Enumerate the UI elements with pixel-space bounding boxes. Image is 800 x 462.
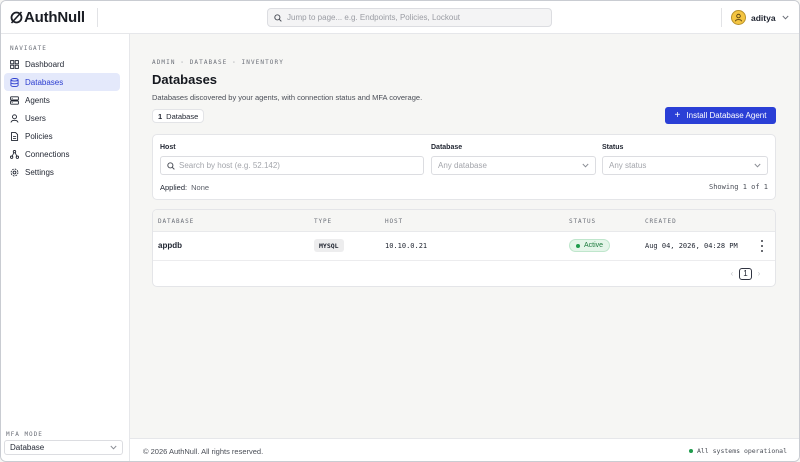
sidebar-item-agents[interactable]: Agents: [4, 91, 120, 109]
search-icon: [274, 13, 282, 22]
connections-icon: [10, 149, 19, 159]
sidebar-nav: Dashboard Databases Agents Users Policie…: [4, 55, 120, 181]
page-description: Databases discovered by your agents, wit…: [152, 93, 423, 102]
mfa-mode-select[interactable]: Database: [4, 440, 123, 455]
dashboard-icon: [10, 59, 19, 69]
user-icon: [10, 113, 19, 123]
sidebar-item-users[interactable]: Users: [4, 109, 120, 127]
pagination: ‹ 1 ›: [727, 267, 764, 280]
chevron-down-icon: [754, 163, 761, 168]
database-icon: [10, 77, 19, 87]
sidebar-item-label: Agents: [25, 95, 50, 105]
plus-icon: +: [674, 109, 681, 121]
sidebar-item-settings[interactable]: Settings: [4, 163, 120, 181]
global-search-input[interactable]: [287, 13, 547, 22]
host-filter[interactable]: [160, 156, 424, 175]
results-count: Showing 1 of 1: [708, 183, 768, 191]
top-bar: AuthNull aditya: [1, 1, 799, 34]
applied-filters-label: Applied:: [160, 183, 188, 192]
sidebar-item-policies[interactable]: Policies: [4, 127, 120, 145]
install-database-agent-button[interactable]: + Install Database Agent: [665, 107, 776, 124]
databases-table: DATABASE TYPE HOST STATUS CREATED appdb …: [152, 209, 776, 287]
applied-filters: Applied: None: [160, 183, 209, 192]
previous-page-icon[interactable]: ‹: [727, 269, 737, 278]
chevron-down-icon: [110, 445, 117, 450]
database-count-chip: 1 Database: [152, 109, 205, 123]
copyright-text: © 2026 AuthNull. All rights reserved.: [143, 447, 264, 456]
sidebar-item-connections[interactable]: Connections: [4, 145, 120, 163]
server-icon: [10, 95, 19, 105]
breadcrumb: ADMIN · DATABASE · INVENTORY: [152, 59, 284, 66]
user-menu[interactable]: aditya: [731, 9, 789, 26]
next-page-icon[interactable]: ›: [754, 269, 764, 278]
status-filter-placeholder: Any status: [609, 161, 647, 170]
page-title: Databases: [152, 72, 218, 87]
logo[interactable]: AuthNull: [10, 8, 85, 26]
sidebar-item-label: Settings: [25, 167, 54, 177]
sidebar-item-databases[interactable]: Databases: [4, 73, 120, 91]
sidebar-item-dashboard[interactable]: Dashboard: [4, 55, 120, 73]
column-header-type[interactable]: TYPE: [314, 218, 332, 225]
column-header-created[interactable]: CREATED: [645, 218, 677, 225]
host-filter-label: Host: [160, 144, 176, 151]
database-filter-select[interactable]: Any database: [431, 156, 596, 175]
chevron-down-icon: [782, 15, 789, 20]
mfa-mode-value: Database: [10, 443, 45, 452]
install-button-label: Install Database Agent: [686, 111, 767, 120]
search-icon: [167, 161, 175, 170]
row-actions-kebab-icon[interactable]: [758, 240, 766, 252]
header-divider-user: [721, 8, 722, 27]
avatar: [731, 10, 746, 25]
status-filter-select[interactable]: Any status: [602, 156, 768, 175]
status-badge: Active: [569, 239, 611, 252]
document-icon: [10, 131, 19, 141]
applied-filters-value: None: [191, 183, 210, 192]
mfa-mode-title: MFA MODE: [6, 431, 43, 438]
system-status-text: All systems operational: [696, 447, 787, 455]
sidebar-item-label: Policies: [25, 131, 53, 141]
sidebar-item-label: Databases: [25, 77, 64, 87]
database-filter-label: Database: [431, 144, 463, 151]
column-header-host[interactable]: HOST: [385, 218, 403, 225]
database-filter-placeholder: Any database: [438, 161, 487, 170]
main-content: ADMIN · DATABASE · INVENTORY Databases D…: [130, 34, 799, 438]
status-dot-icon: [576, 243, 580, 248]
database-name[interactable]: appdb: [158, 241, 182, 250]
table-row[interactable]: appdb MYSQL 10.10.0.21 Active Aug 04, 20…: [153, 232, 775, 261]
nav-section-title: NAVIGATE: [10, 45, 47, 52]
status-dot-icon: [688, 449, 693, 453]
system-status: All systems operational: [688, 447, 787, 455]
app-window: AuthNull aditya NAVIGATE: [0, 0, 800, 462]
column-header-database[interactable]: DATABASE: [158, 218, 194, 225]
database-count-number: 1: [158, 111, 163, 121]
column-header-status[interactable]: STATUS: [569, 218, 596, 225]
user-name: aditya: [751, 12, 776, 23]
footer: © 2026 AuthNull. All rights reserved. Al…: [130, 438, 799, 461]
table-header: DATABASE TYPE HOST STATUS CREATED: [153, 210, 775, 232]
sidebar-item-label: Connections: [25, 149, 70, 159]
database-count-label: Database: [166, 111, 199, 121]
host-value: 10.10.0.21: [385, 242, 428, 250]
sidebar: NAVIGATE Dashboard Databases Agents User…: [1, 34, 130, 461]
chevron-down-icon: [582, 163, 589, 168]
status-filter-label: Status: [602, 144, 624, 151]
type-badge: MYSQL: [314, 239, 344, 252]
status-label: Active: [584, 242, 604, 249]
logo-text: AuthNull: [24, 8, 85, 26]
filters-panel: Host Database Any database Status Any st…: [152, 134, 776, 200]
user-avatar-icon: [734, 13, 743, 22]
authnull-logo-icon: [10, 10, 23, 24]
created-value: Aug 04, 2026, 04:28 PM: [645, 242, 738, 250]
header-divider: [97, 8, 98, 27]
gear-icon: [10, 168, 19, 177]
sidebar-item-label: Users: [25, 113, 46, 123]
host-search-input[interactable]: [179, 161, 409, 170]
global-search[interactable]: [267, 8, 552, 27]
page-number-button[interactable]: 1: [739, 267, 752, 280]
sidebar-item-label: Dashboard: [25, 59, 65, 69]
